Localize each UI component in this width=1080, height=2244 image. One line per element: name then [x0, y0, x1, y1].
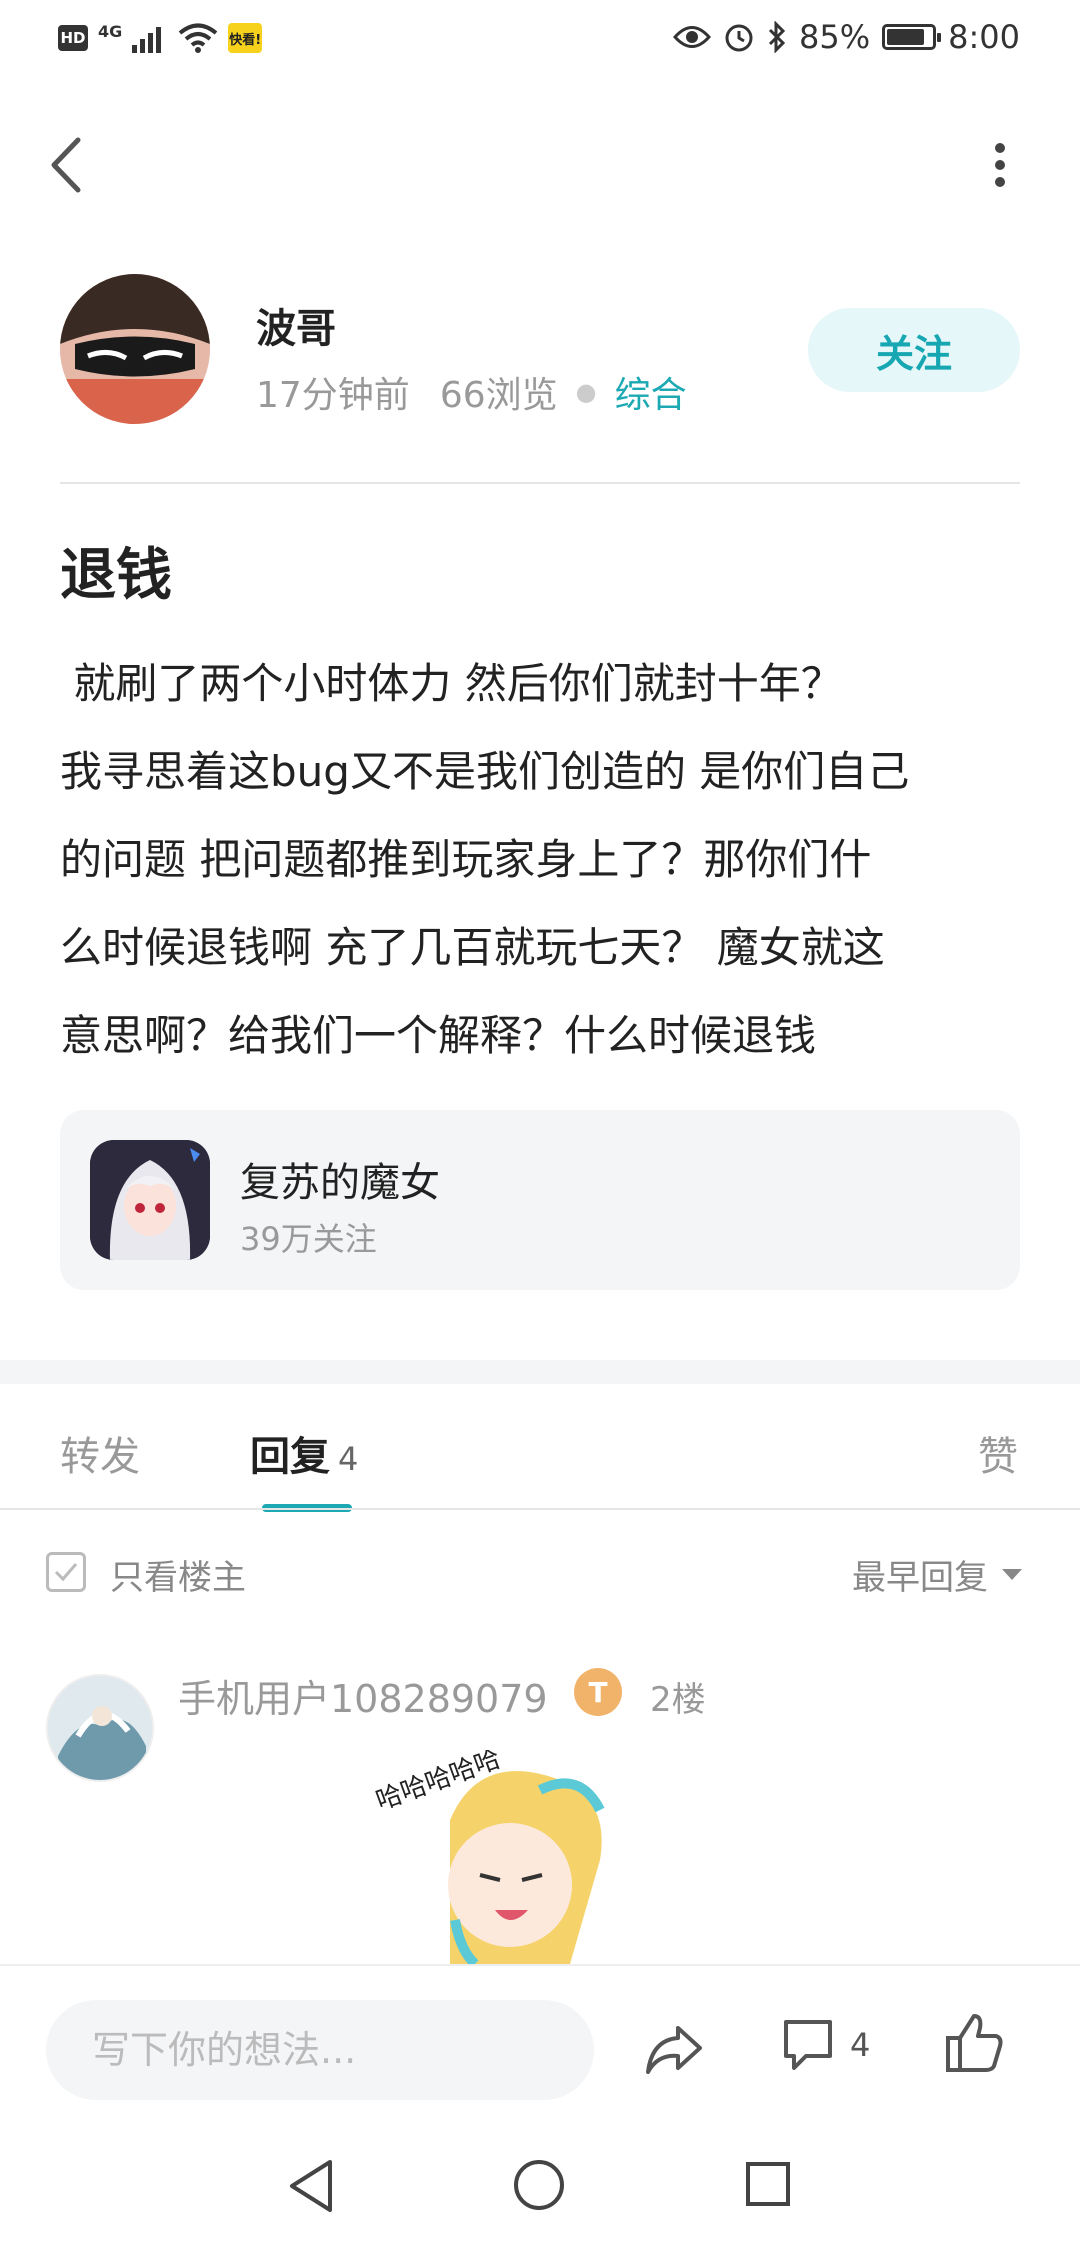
status-bar: HD 4G 快看! 85% 8:00 — [0, 0, 1080, 80]
avatar-image — [60, 274, 210, 424]
comment-input[interactable]: 写下你的想法... — [46, 2000, 594, 2100]
thumbs-up-icon — [946, 2014, 1003, 2072]
game-followers: 39万关注 — [240, 1220, 377, 1258]
reply-avatar-image — [48, 1676, 152, 1780]
sticker-image: 哈哈哈哈哈 — [372, 1750, 605, 1964]
back-button[interactable] — [44, 130, 88, 200]
view-count: 66浏览 — [439, 375, 558, 416]
alarm-icon — [725, 24, 753, 52]
follow-button[interactable]: 关注 — [808, 308, 1020, 392]
more-options-button[interactable] — [980, 140, 1020, 190]
battery-fill — [887, 29, 924, 45]
network-label: 4G — [98, 21, 123, 41]
status-left: HD 4G 快看! — [58, 21, 263, 54]
system-recents-button[interactable] — [744, 2160, 792, 2208]
bluetooth-icon — [768, 21, 786, 53]
eye-icon — [673, 26, 712, 48]
post-body: 就刷了两个小时体力 然后你们就封十年？ 我寻思着这bug又不是我们创造的 是你们… — [60, 659, 910, 1060]
game-card[interactable]: 复苏的魔女 39万关注 — [60, 1110, 1020, 1290]
tab-reply[interactable]: 回复 4 — [250, 1424, 358, 1482]
nav-home-icon — [514, 2160, 564, 2210]
battery-percent: 85% — [799, 18, 871, 56]
nav-recent-icon — [746, 2162, 790, 2206]
reply-username[interactable]: 手机用户108289079 — [178, 1668, 548, 1723]
app-notification-badge: 快看! — [228, 23, 263, 53]
signal-icon — [132, 27, 162, 53]
comment-count: 4 — [850, 2026, 871, 2064]
bottom-action-bar: 写下你的想法... 4 — [0, 1964, 1080, 2128]
only-op-checkbox[interactable] — [46, 1552, 86, 1592]
more-dots-icon — [995, 143, 1005, 187]
comment-button[interactable] — [780, 2016, 836, 2076]
nav-back-icon — [290, 2160, 332, 2212]
tabs-divider — [0, 1508, 1080, 1510]
status-right: 85% 8:00 — [673, 18, 1020, 56]
battery-icon — [882, 24, 942, 50]
wifi-icon — [178, 23, 218, 53]
author-avatar[interactable] — [60, 274, 210, 424]
reply-avatar[interactable] — [46, 1674, 154, 1782]
author-name[interactable]: 波哥 — [256, 296, 336, 354]
system-navigation-bar — [0, 2128, 1080, 2244]
category-link[interactable]: 综合 — [615, 366, 687, 418]
back-arrow-icon — [51, 137, 81, 193]
sort-label: 最早回复 — [852, 1558, 988, 1598]
post-time: 17分钟前 — [256, 375, 410, 416]
hd-badge: HD — [58, 25, 88, 51]
section-separator — [0, 1360, 1080, 1384]
clock: 8:00 — [948, 18, 1020, 56]
sort-dropdown[interactable]: 最早回复 — [852, 1550, 1022, 1599]
game-name: 复苏的魔女 — [240, 1160, 440, 1206]
post-title: 退钱 — [60, 543, 172, 608]
system-home-button[interactable] — [512, 2158, 566, 2212]
comment-icon — [784, 2020, 832, 2070]
tab-reply-count: 4 — [338, 1440, 359, 1478]
system-back-button[interactable] — [284, 2156, 338, 2216]
game-icon-image — [90, 1140, 210, 1260]
tab-like[interactable]: 赞 — [978, 1424, 1018, 1482]
check-icon — [54, 1563, 78, 1582]
reply-sticker: 哈哈哈哈哈 — [360, 1750, 630, 1964]
share-icon — [646, 2026, 702, 2074]
only-op-label[interactable]: 只看楼主 — [110, 1550, 246, 1599]
tab-forward[interactable]: 转发 — [60, 1424, 140, 1482]
game-icon — [90, 1140, 210, 1260]
level-badge: T — [574, 1668, 622, 1716]
meta-separator: ● — [575, 378, 597, 406]
post-meta: 17分钟前 66浏览 ● 综合 — [256, 366, 687, 418]
tab-reply-label: 回复 — [250, 1434, 330, 1480]
chevron-down-icon — [1002, 1569, 1022, 1580]
share-button[interactable] — [642, 2016, 708, 2082]
like-button[interactable] — [944, 2010, 1004, 2076]
floor-number: 2楼 — [650, 1680, 706, 1720]
divider — [60, 482, 1020, 484]
